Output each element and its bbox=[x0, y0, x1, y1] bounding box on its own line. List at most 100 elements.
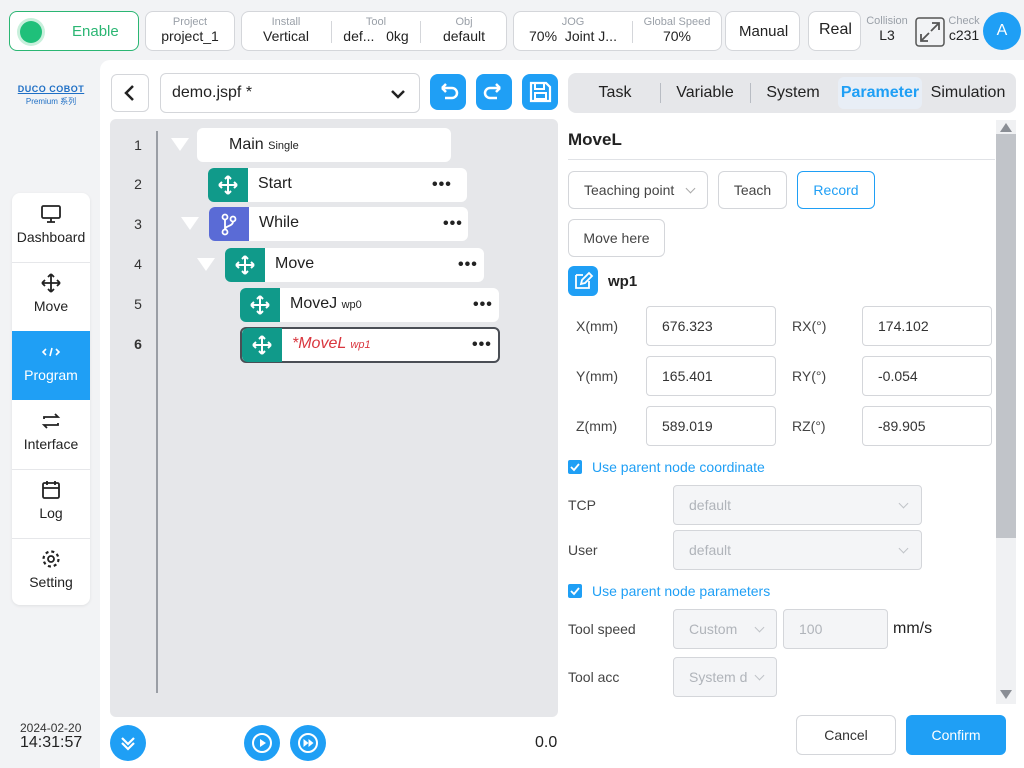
line-number: 2 bbox=[134, 176, 142, 192]
sidebar-date: 2024-02-20 bbox=[20, 721, 82, 735]
undo-button[interactable] bbox=[430, 74, 466, 110]
use-parent-coord-checkbox[interactable] bbox=[568, 460, 582, 474]
y-label: Y(mm) bbox=[576, 368, 618, 384]
scroll-down-icon[interactable] bbox=[1000, 690, 1012, 699]
enable-button[interactable]: Enable bbox=[9, 11, 139, 51]
scrollbar[interactable] bbox=[996, 120, 1016, 704]
expand-icon[interactable] bbox=[915, 17, 945, 47]
jog-speed-box[interactable]: JOG 70% Joint J... Global Speed 70% bbox=[513, 11, 722, 51]
tree-node-main[interactable]: Main Single bbox=[197, 128, 451, 162]
tab-system[interactable]: System bbox=[751, 77, 835, 109]
fast-forward-icon bbox=[298, 733, 318, 753]
more-icon[interactable]: ••• bbox=[473, 296, 493, 314]
collapse-toggle[interactable] bbox=[181, 217, 199, 230]
more-icon[interactable]: ••• bbox=[472, 336, 492, 354]
more-icon[interactable]: ••• bbox=[443, 215, 463, 233]
sidebar-item-log[interactable]: Log bbox=[12, 469, 90, 538]
chevron-down-icon bbox=[898, 498, 909, 509]
obj-label: Obj bbox=[455, 16, 473, 28]
play-button[interactable] bbox=[244, 725, 280, 761]
panel-tabs: Task Variable System Parameter Simulatio… bbox=[568, 73, 1016, 113]
save-button[interactable] bbox=[522, 74, 558, 110]
sidebar-item-move[interactable]: Move bbox=[12, 262, 90, 331]
use-parent-params-checkbox[interactable] bbox=[568, 584, 582, 598]
chevron-down-icon bbox=[391, 90, 405, 99]
sidebar-item-program[interactable]: Program bbox=[12, 331, 90, 400]
check-indicator[interactable]: Check c231 bbox=[944, 11, 984, 49]
tab-task[interactable]: Task bbox=[568, 77, 662, 109]
teach-button[interactable]: Teach bbox=[718, 171, 787, 209]
tab-variable[interactable]: Variable bbox=[661, 77, 749, 109]
jog-label: JOG bbox=[561, 16, 585, 28]
edit-icon bbox=[575, 271, 594, 289]
edit-waypoint-button[interactable] bbox=[568, 266, 598, 296]
tree-guide-line bbox=[156, 131, 158, 693]
tree-node-while[interactable]: While ••• bbox=[209, 207, 468, 241]
step-into-button[interactable] bbox=[110, 725, 146, 761]
install-tool-obj-box[interactable]: Install Vertical Tool def... 0kg Obj defaul… bbox=[241, 11, 507, 51]
project-value: project_1 bbox=[161, 28, 219, 44]
more-icon[interactable]: ••• bbox=[432, 176, 452, 194]
check-icon bbox=[570, 463, 580, 472]
scrollbar-thumb[interactable] bbox=[996, 134, 1016, 538]
tab-parameter[interactable]: Parameter bbox=[838, 77, 922, 109]
tree-node-movej[interactable]: MoveJ wp0 ••• bbox=[240, 288, 499, 322]
sidebar-item-setting[interactable]: Setting bbox=[12, 538, 90, 605]
user-value: default bbox=[689, 542, 732, 558]
node-tag: Single bbox=[268, 140, 299, 152]
manual-mode-button[interactable]: Manual bbox=[725, 11, 800, 51]
record-button[interactable]: Record bbox=[797, 171, 875, 209]
check-label: Check bbox=[948, 15, 980, 27]
code-icon bbox=[41, 347, 61, 357]
rz-label: RZ(°) bbox=[792, 418, 826, 434]
chevron-left-icon bbox=[124, 85, 134, 101]
gear-icon bbox=[42, 550, 60, 568]
file-select[interactable]: demo.jspf * bbox=[160, 73, 420, 113]
cancel-button[interactable]: Cancel bbox=[796, 715, 896, 755]
sidebar-item-dashboard[interactable]: Dashboard bbox=[12, 193, 90, 262]
node-icon bbox=[209, 207, 249, 241]
tree-node-movel-selected[interactable]: *MoveL wp1 ••• bbox=[240, 327, 500, 363]
tool-acc-mode-select[interactable]: System d bbox=[673, 657, 777, 697]
confirm-button[interactable]: Confirm bbox=[906, 715, 1006, 755]
back-button[interactable] bbox=[111, 74, 149, 112]
sidebar-nav: Dashboard Move Program Interface Log Set… bbox=[12, 193, 90, 605]
redo-button[interactable] bbox=[476, 74, 512, 110]
line-number: 5 bbox=[134, 296, 142, 312]
project-box[interactable]: Project project_1 bbox=[145, 11, 235, 51]
collapse-toggle[interactable] bbox=[171, 138, 189, 151]
tool-speed-input[interactable]: 100 bbox=[783, 609, 888, 649]
scroll-up-icon[interactable] bbox=[1000, 123, 1012, 132]
node-tag: wp0 bbox=[341, 299, 362, 311]
rz-input[interactable]: -89.905 bbox=[862, 406, 992, 446]
collapse-toggle[interactable] bbox=[197, 258, 215, 271]
user-avatar[interactable]: A bbox=[983, 12, 1021, 50]
node-name: Main bbox=[229, 136, 264, 153]
ry-input[interactable]: -0.054 bbox=[862, 356, 992, 396]
jog-value: 70% bbox=[529, 28, 558, 44]
node-name: MoveJ bbox=[290, 295, 338, 312]
tcp-select[interactable]: default bbox=[673, 485, 922, 525]
real-mode-button[interactable]: Real bbox=[808, 11, 861, 51]
install-value: Vertical bbox=[263, 28, 309, 44]
exchange-icon bbox=[41, 413, 61, 429]
z-input[interactable]: 589.019 bbox=[646, 406, 776, 446]
y-input[interactable]: 165.401 bbox=[646, 356, 776, 396]
tree-node-move[interactable]: Move ••• bbox=[225, 248, 484, 282]
user-select[interactable]: default bbox=[673, 530, 922, 570]
more-icon[interactable]: ••• bbox=[458, 256, 478, 274]
teaching-point-label: Teaching point bbox=[584, 182, 675, 198]
check-value: c231 bbox=[948, 27, 980, 43]
rx-input[interactable]: 174.102 bbox=[862, 306, 992, 346]
tab-simulation[interactable]: Simulation bbox=[924, 77, 1012, 109]
tree-node-start[interactable]: Start ••• bbox=[208, 168, 467, 202]
move-here-button[interactable]: Move here bbox=[568, 219, 665, 257]
fast-forward-button[interactable] bbox=[290, 725, 326, 761]
teaching-point-select[interactable]: Teaching point bbox=[568, 171, 708, 209]
sidebar-item-label: Program bbox=[24, 367, 78, 383]
tool-speed-mode-select[interactable]: Custom bbox=[673, 609, 777, 649]
collision-indicator[interactable]: Collision L3 bbox=[862, 11, 912, 49]
x-input[interactable]: 676.323 bbox=[646, 306, 776, 346]
node-icon bbox=[225, 248, 265, 282]
sidebar-item-interface[interactable]: Interface bbox=[12, 400, 90, 469]
